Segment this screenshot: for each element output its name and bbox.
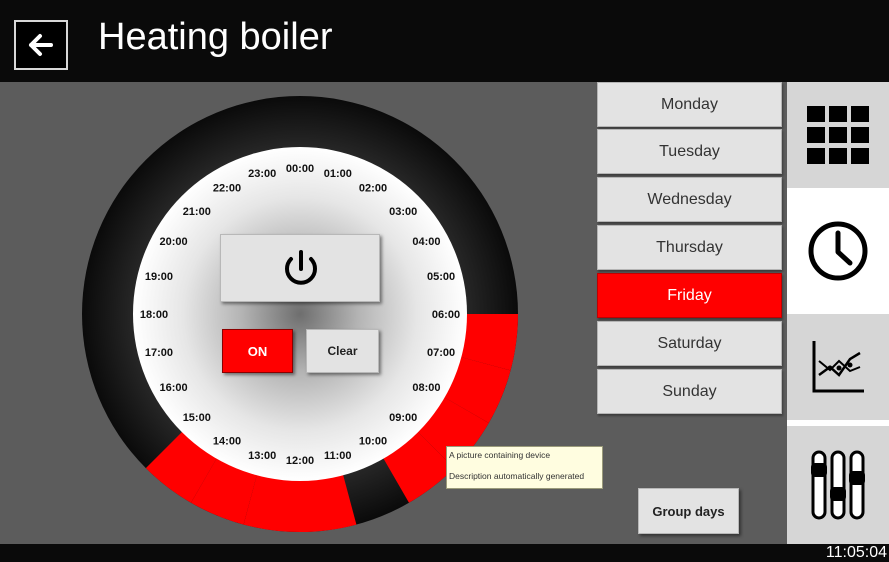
hour-label: 01:00 — [324, 168, 352, 180]
hour-label: 04:00 — [412, 236, 440, 248]
hour-label: 03:00 — [389, 206, 417, 218]
clear-button[interactable]: Clear — [306, 329, 379, 373]
clock-icon — [808, 221, 868, 281]
tab-schedule[interactable] — [787, 194, 889, 308]
hour-label: 17:00 — [145, 347, 173, 359]
hour-label: 00:00 — [286, 163, 314, 175]
back-button[interactable] — [14, 20, 68, 70]
hour-label: 20:00 — [159, 236, 187, 248]
group-days-button[interactable]: Group days — [638, 488, 739, 534]
hour-label: 13:00 — [248, 450, 276, 462]
status-bar: 11:05:04 — [0, 544, 889, 562]
day-monday[interactable]: Monday — [597, 82, 782, 127]
hour-label: 02:00 — [359, 183, 387, 195]
hour-label: 18:00 — [140, 309, 168, 321]
tab-overview[interactable] — [787, 82, 889, 188]
hour-label: 15:00 — [183, 412, 211, 424]
hour-label: 05:00 — [427, 271, 455, 283]
grid-icon — [807, 106, 869, 164]
schedule-panel: 00:00 01:00 02:00 03:00 04:00 05:00 06:00 07:00… — [0, 82, 787, 544]
day-tuesday[interactable]: Tuesday — [597, 129, 782, 174]
page-title: Heating boiler — [98, 16, 333, 58]
hour-label: 22:00 — [213, 183, 241, 195]
day-friday[interactable]: Friday — [597, 273, 782, 318]
day-thursday[interactable]: Thursday — [597, 225, 782, 270]
hour-label: 19:00 — [145, 271, 173, 283]
sliders-icon — [811, 450, 865, 520]
hour-label: 23:00 — [248, 168, 276, 180]
hour-label: 08:00 — [412, 382, 440, 394]
tab-settings[interactable] — [787, 426, 889, 544]
day-wednesday[interactable]: Wednesday — [597, 177, 782, 222]
day-sunday[interactable]: Sunday — [597, 369, 782, 414]
on-button[interactable]: ON — [222, 329, 293, 373]
dial-face — [133, 147, 467, 481]
back-arrow-icon — [29, 34, 53, 56]
power-button[interactable] — [220, 234, 380, 302]
hour-label: 11:00 — [324, 450, 352, 462]
hour-label: 14:00 — [213, 435, 241, 447]
tooltip-line-2: Description automatically generated — [449, 471, 585, 481]
chart-icon — [812, 341, 864, 393]
hour-label: 07:00 — [427, 347, 455, 359]
hour-label: 12:00 — [286, 455, 314, 467]
hour-label: 16:00 — [159, 382, 187, 394]
tooltip-line-1: A picture containing device — [449, 450, 551, 460]
title-bar: Heating boiler — [0, 0, 889, 82]
tab-chart[interactable] — [787, 314, 889, 420]
hour-label: 10:00 — [359, 435, 387, 447]
side-nav — [787, 82, 889, 544]
status-time: 11:05:04 — [825, 544, 887, 561]
day-saturday[interactable]: Saturday — [597, 321, 782, 366]
hour-label: 06:00 — [432, 309, 460, 321]
hour-label: 09:00 — [389, 412, 417, 424]
power-icon — [285, 250, 317, 285]
tooltip: A picture containing device Description … — [446, 446, 603, 489]
hour-label: 21:00 — [183, 206, 211, 218]
